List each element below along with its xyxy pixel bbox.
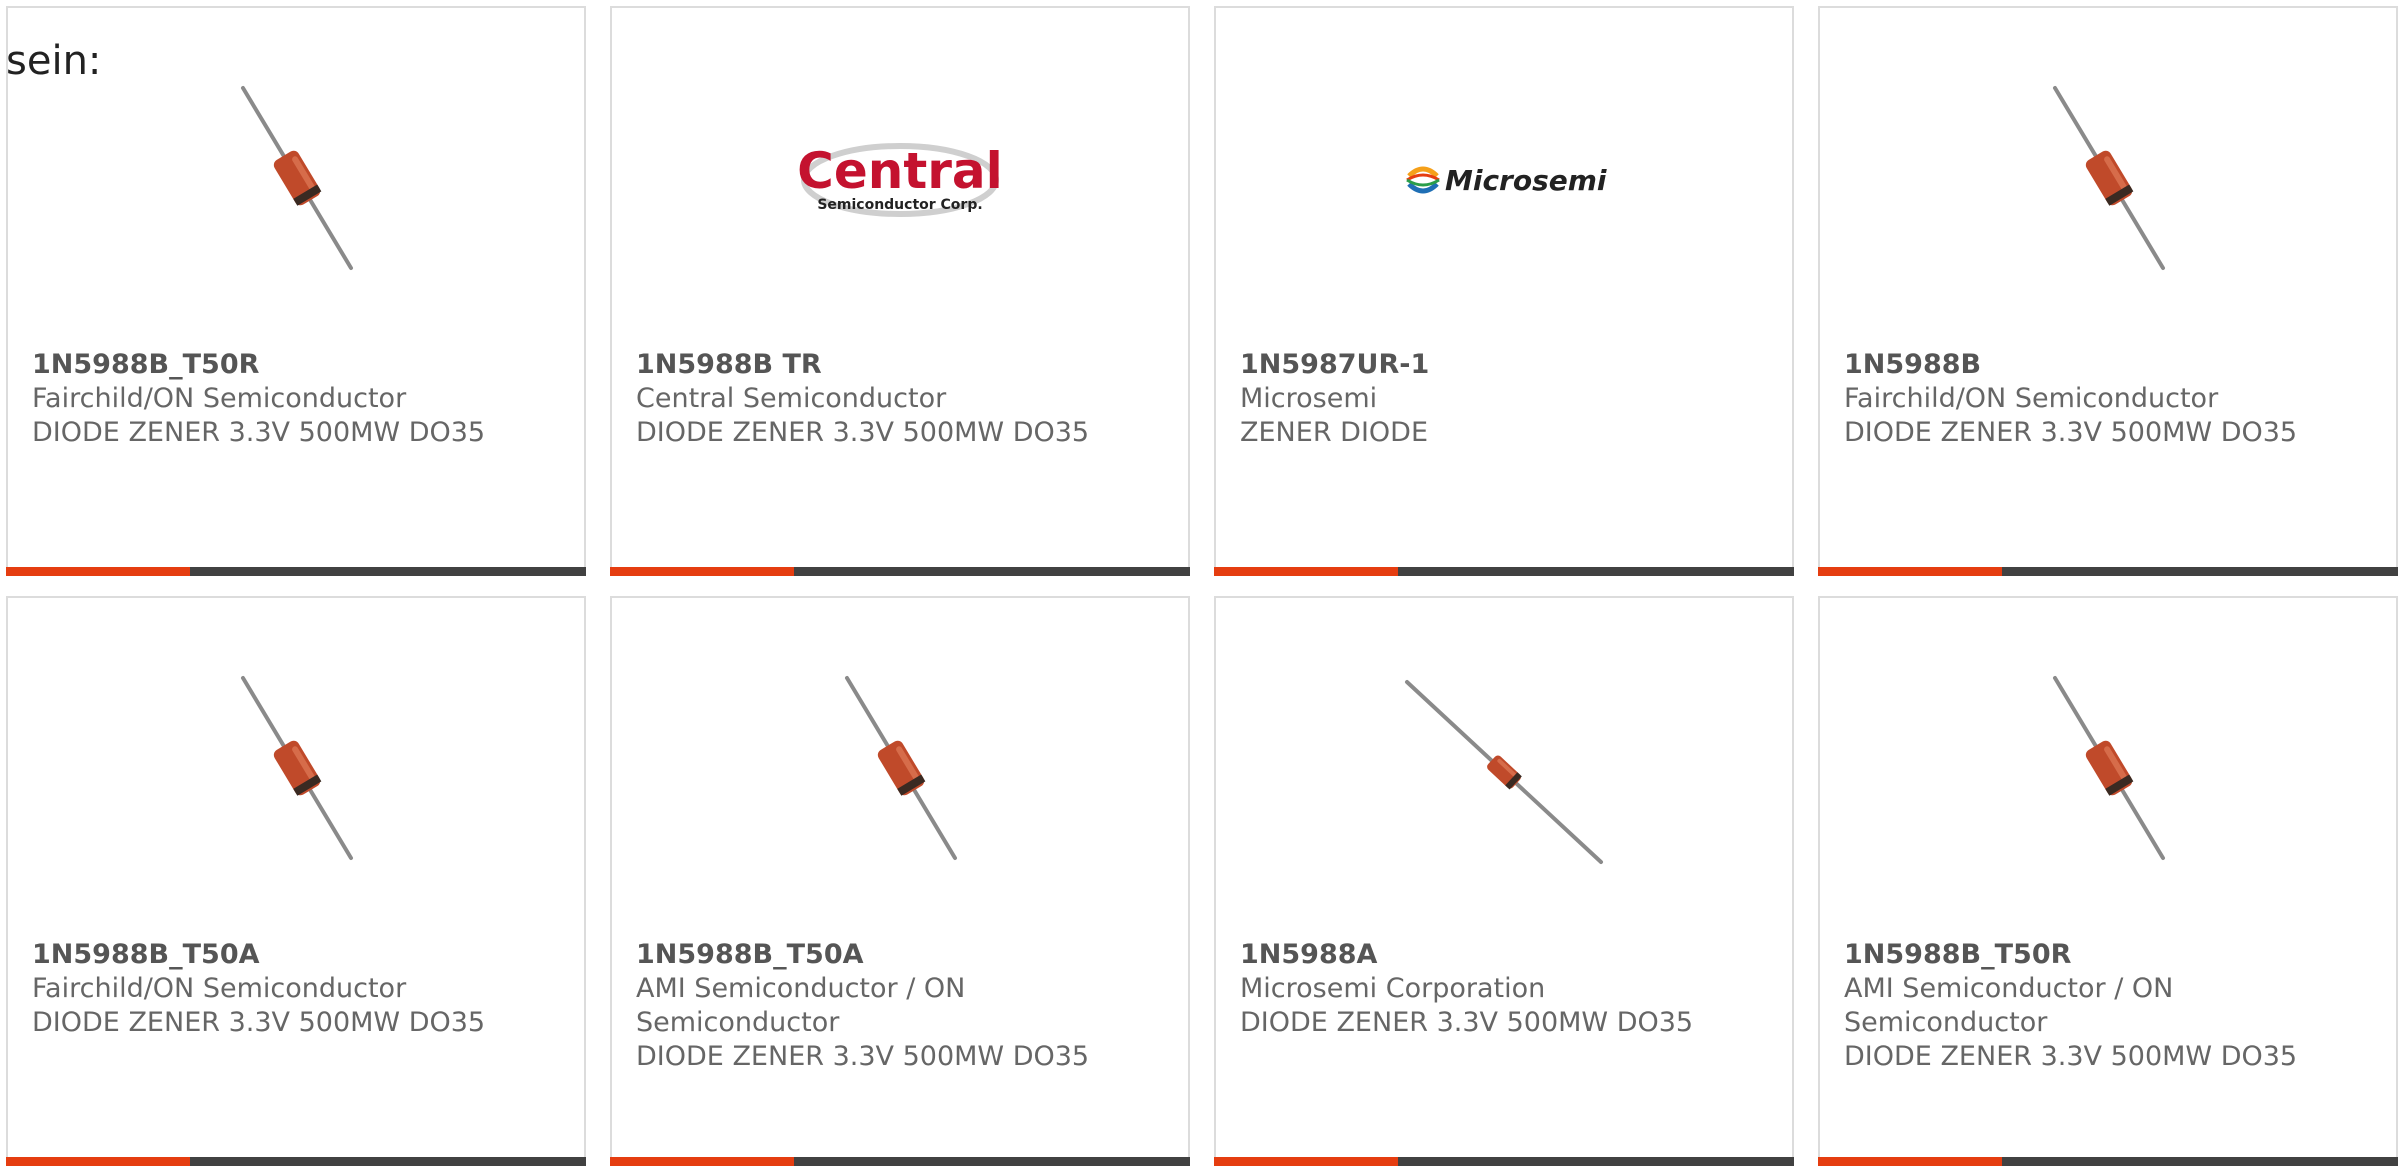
description: ZENER DIODE bbox=[1240, 417, 1429, 448]
product-image[interactable] bbox=[2005, 666, 2211, 872]
card-bar-accent bbox=[1818, 1157, 2002, 1166]
description: DIODE ZENER 3.3V 500MW DO35 bbox=[636, 1041, 1090, 1072]
card-bar bbox=[6, 567, 586, 576]
diode-icon bbox=[845, 676, 957, 860]
manufacturer: Fairchild/ON Semiconductor bbox=[32, 383, 407, 414]
svg-text:Microsemi: Microsemi bbox=[1445, 164, 1607, 197]
card-bar-accent bbox=[6, 567, 190, 576]
description: DIODE ZENER 3.3V 500MW DO35 bbox=[32, 1007, 486, 1038]
manufacturer: Fairchild/ON Semiconductor bbox=[1844, 383, 2219, 414]
card-bar bbox=[1818, 1157, 2398, 1166]
product-card[interactable]: Central Semiconductor Corp. 1N5988B TR C… bbox=[610, 6, 1190, 576]
product-image[interactable] bbox=[2005, 76, 2211, 282]
product-info: 1N5988B_T50A AMI Semiconductor / ON Semi… bbox=[636, 938, 1164, 1074]
card-bar bbox=[1818, 567, 2398, 576]
card-bar-accent bbox=[1818, 567, 2002, 576]
product-info: 1N5987UR-1 Microsemi ZENER DIODE bbox=[1240, 348, 1768, 450]
svg-text:Semiconductor Corp.: Semiconductor Corp. bbox=[817, 197, 982, 213]
part-number[interactable]: 1N5988A bbox=[1240, 938, 1768, 972]
manufacturer: AMI Semiconductor / ON Semiconductor bbox=[1844, 973, 2174, 1038]
product-grid: 1N5988B_T50R Fairchild/ON Semiconductor … bbox=[6, 6, 2400, 1167]
description: DIODE ZENER 3.3V 500MW DO35 bbox=[32, 417, 486, 448]
product-info: 1N5988A Microsemi Corporation DIODE ZENE… bbox=[1240, 938, 1768, 1040]
product-card[interactable]: 1N5988B_T50A Fairchild/ON Semiconductor … bbox=[6, 596, 586, 1166]
product-info: 1N5988B_T50R AMI Semiconductor / ON Semi… bbox=[1844, 938, 2372, 1074]
card-bar bbox=[610, 1157, 1190, 1166]
card-bar-accent bbox=[1214, 567, 1398, 576]
diode-icon bbox=[2053, 86, 2165, 270]
product-card[interactable]: 1N5988B_T50R Fairchild/ON Semiconductor … bbox=[6, 6, 586, 576]
product-card[interactable]: 1N5988A Microsemi Corporation DIODE ZENE… bbox=[1214, 596, 1794, 1166]
part-number[interactable]: 1N5988B bbox=[1844, 348, 2372, 382]
product-image[interactable] bbox=[1401, 666, 1607, 872]
card-bar-accent bbox=[6, 1157, 190, 1166]
part-number[interactable]: 1N5987UR-1 bbox=[1240, 348, 1768, 382]
part-number[interactable]: 1N5988B TR bbox=[636, 348, 1164, 382]
card-bar-accent bbox=[610, 567, 794, 576]
svg-text:Central: Central bbox=[797, 142, 1003, 200]
card-bar-accent bbox=[610, 1157, 794, 1166]
product-image[interactable] bbox=[797, 666, 1003, 872]
product-image[interactable]: Central Semiconductor Corp. bbox=[797, 76, 1003, 282]
manufacturer: Central Semiconductor bbox=[636, 383, 947, 414]
product-image[interactable] bbox=[193, 76, 399, 282]
part-number[interactable]: 1N5988B_T50R bbox=[32, 348, 560, 382]
product-card[interactable]: 1N5988B_T50R AMI Semiconductor / ON Semi… bbox=[1818, 596, 2398, 1166]
part-number[interactable]: 1N5988B_T50A bbox=[32, 938, 560, 972]
description: DIODE ZENER 3.3V 500MW DO35 bbox=[1844, 1041, 2298, 1072]
diode-icon bbox=[241, 676, 353, 860]
card-bar bbox=[6, 1157, 586, 1166]
description: DIODE ZENER 3.3V 500MW DO35 bbox=[1240, 1007, 1694, 1038]
card-bar-accent bbox=[1214, 1157, 1398, 1166]
description: DIODE ZENER 3.3V 500MW DO35 bbox=[636, 417, 1090, 448]
description: DIODE ZENER 3.3V 500MW DO35 bbox=[1844, 417, 2298, 448]
card-bar bbox=[1214, 1157, 1794, 1166]
product-card[interactable]: 1N5988B_T50A AMI Semiconductor / ON Semi… bbox=[610, 596, 1190, 1166]
product-info: 1N5988B_T50R Fairchild/ON Semiconductor … bbox=[32, 348, 560, 450]
manufacturer: Microsemi Corporation bbox=[1240, 973, 1546, 1004]
part-number[interactable]: 1N5988B_T50R bbox=[1844, 938, 2372, 972]
manufacturer: Fairchild/ON Semiconductor bbox=[32, 973, 407, 1004]
diode-icon bbox=[2053, 676, 2165, 860]
microsemi-logo: Microsemi bbox=[1406, 164, 1607, 197]
diode-icon bbox=[241, 86, 353, 270]
product-card[interactable]: Microsemi 1N5987UR-1 Microsemi ZENER DIO… bbox=[1214, 6, 1794, 576]
manufacturer: Microsemi bbox=[1240, 383, 1378, 414]
product-info: 1N5988B Fairchild/ON Semiconductor DIODE… bbox=[1844, 348, 2372, 450]
lead-text: sein: bbox=[6, 38, 102, 84]
diode-icon bbox=[1405, 680, 1603, 864]
manufacturer: AMI Semiconductor / ON Semiconductor bbox=[636, 973, 966, 1038]
product-image[interactable]: Microsemi bbox=[1401, 76, 1607, 282]
central-semiconductor-logo: Central Semiconductor Corp. bbox=[797, 142, 1003, 217]
card-bar bbox=[610, 567, 1190, 576]
product-image[interactable] bbox=[193, 666, 399, 872]
part-number[interactable]: 1N5988B_T50A bbox=[636, 938, 1164, 972]
card-bar bbox=[1214, 567, 1794, 576]
product-info: 1N5988B_T50A Fairchild/ON Semiconductor … bbox=[32, 938, 560, 1040]
product-info: 1N5988B TR Central Semiconductor DIODE Z… bbox=[636, 348, 1164, 450]
product-card[interactable]: 1N5988B Fairchild/ON Semiconductor DIODE… bbox=[1818, 6, 2398, 576]
